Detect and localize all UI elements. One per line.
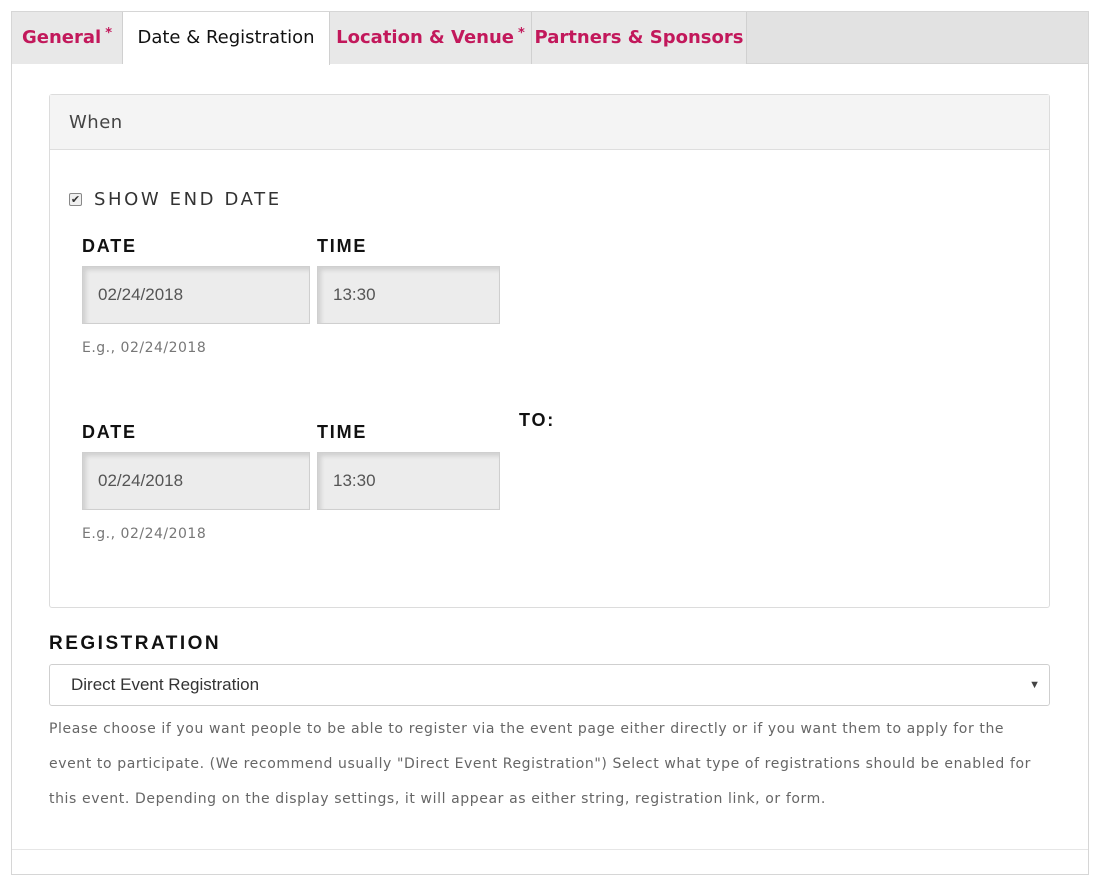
end-date-label: DATE <box>82 422 137 442</box>
tab-location-venue[interactable]: Location & Venue * <box>330 12 532 64</box>
show-end-date-label: SHOW END DATE <box>94 189 282 210</box>
required-marker: * <box>518 26 525 41</box>
registration-description: Please choose if you want people to be a… <box>49 721 1032 807</box>
registration-selected-value: Direct Event Registration <box>71 675 260 694</box>
registration-label: REGISTRATION <box>49 633 222 654</box>
end-date-hint: E.g., 02/24/2018 <box>82 526 207 542</box>
start-date-hint: E.g., 02/24/2018 <box>82 340 207 356</box>
end-time-input[interactable]: 13:30 <box>317 452 500 510</box>
tab-partners-sponsors[interactable]: Partners & Sponsors <box>532 12 747 64</box>
tab-location-venue-label: Location & Venue <box>336 27 515 48</box>
start-date-input[interactable]: 02/24/2018 <box>82 266 310 324</box>
tab-general[interactable]: General * <box>12 12 123 64</box>
tab-date-registration-label: Date & Registration <box>137 27 315 48</box>
show-end-date-row: ✔ SHOW END DATE <box>69 189 282 210</box>
tab-date-registration[interactable]: Date & Registration <box>123 12 330 65</box>
tab-bar: General * Date & Registration Location & … <box>12 12 1088 65</box>
start-time-input[interactable]: 13:30 <box>317 266 500 324</box>
divider <box>12 849 1088 850</box>
end-date-input[interactable]: 02/24/2018 <box>82 452 310 510</box>
chevron-down-icon: ▼ <box>1029 679 1040 691</box>
required-marker: * <box>105 26 112 41</box>
registration-select[interactable]: Direct Event Registration ▼ <box>49 664 1050 706</box>
when-panel: When ✔ SHOW END DATE DATE TIME 02/24/201… <box>49 94 1050 608</box>
when-panel-title: When <box>50 95 1049 150</box>
tab-partners-sponsors-label: Partners & Sponsors <box>534 27 744 48</box>
to-label: TO: <box>519 410 556 430</box>
start-time-label: TIME <box>317 236 368 256</box>
start-date-label: DATE <box>82 236 137 256</box>
tab-general-label: General <box>21 27 102 48</box>
show-end-date-checkbox[interactable]: ✔ <box>69 193 82 206</box>
end-time-label: TIME <box>317 422 368 442</box>
